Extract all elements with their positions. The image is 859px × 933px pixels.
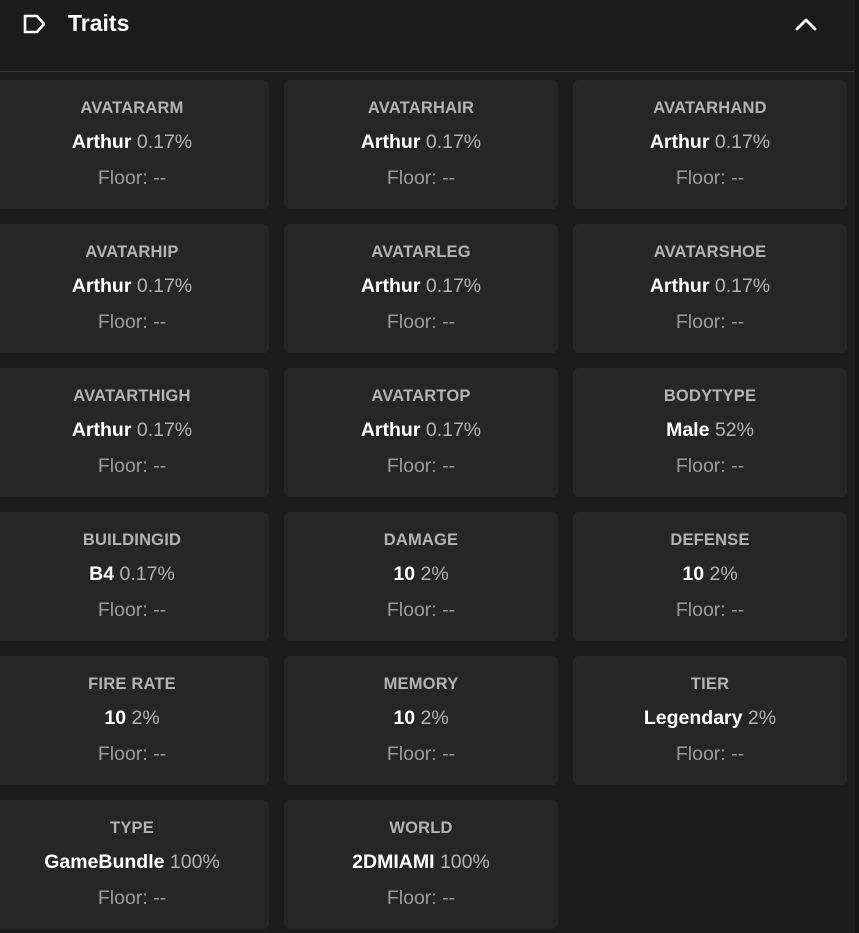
- trait-value: 10: [393, 563, 416, 585]
- trait-value: 10: [104, 707, 127, 729]
- trait-card-fire-rate[interactable]: FIRE RATE 10 2% Floor: --: [0, 656, 269, 785]
- trait-rarity: 0.17%: [425, 419, 482, 441]
- trait-floor: Floor: --: [386, 743, 456, 765]
- trait-rarity: 2%: [709, 563, 738, 585]
- trait-type-label: AVATARHIP: [85, 243, 179, 261]
- trait-rarity: 0.17%: [136, 131, 193, 153]
- trait-floor: Floor: --: [386, 887, 456, 909]
- traits-grid: AVATARARM Arthur 0.17% Floor: -- AVATARH…: [0, 0, 859, 933]
- trait-card-world[interactable]: WORLD 2DMIAMI 100% Floor: --: [284, 800, 558, 929]
- trait-value: Arthur: [360, 419, 421, 441]
- trait-floor: Floor: --: [386, 455, 456, 477]
- trait-rarity: 0.17%: [136, 419, 193, 441]
- trait-floor: Floor: --: [675, 311, 745, 333]
- trait-value: Legendary: [643, 707, 743, 729]
- trait-value: Arthur: [360, 275, 421, 297]
- trait-floor: Floor: --: [97, 887, 167, 909]
- traits-panel: Traits AVATARARM Arthur 0.17% Floor: -- …: [0, 0, 859, 933]
- trait-type-label: DAMAGE: [383, 531, 459, 549]
- trait-type-label: TYPE: [110, 819, 154, 837]
- trait-type-label: DEFENSE: [670, 531, 750, 549]
- trait-type-label: AVATARHAND: [653, 99, 767, 117]
- trait-value: Arthur: [360, 131, 421, 153]
- trait-value: Male: [666, 419, 710, 441]
- trait-type-label: TIER: [690, 675, 730, 693]
- trait-rarity: 2%: [131, 707, 160, 729]
- trait-value: GameBundle: [44, 851, 165, 873]
- trait-card-bodytype[interactable]: BODYTYPE Male 52% Floor: --: [573, 368, 847, 497]
- trait-floor: Floor: --: [97, 311, 167, 333]
- trait-floor: Floor: --: [97, 599, 167, 621]
- trait-card-avatararm[interactable]: AVATARARM Arthur 0.17% Floor: --: [0, 80, 269, 209]
- trait-card-avatarshoe[interactable]: AVATARSHOE Arthur 0.17% Floor: --: [573, 224, 847, 353]
- trait-type-label: MEMORY: [383, 675, 459, 693]
- trait-value: Arthur: [71, 419, 132, 441]
- trait-floor: Floor: --: [97, 455, 167, 477]
- trait-card-type[interactable]: TYPE GameBundle 100% Floor: --: [0, 800, 269, 929]
- trait-card-avatartop[interactable]: AVATARTOP Arthur 0.17% Floor: --: [284, 368, 558, 497]
- trait-rarity: 52%: [714, 419, 754, 441]
- trait-card-avatarleg[interactable]: AVATARLEG Arthur 0.17% Floor: --: [284, 224, 558, 353]
- trait-card-memory[interactable]: MEMORY 10 2% Floor: --: [284, 656, 558, 785]
- trait-floor: Floor: --: [386, 311, 456, 333]
- trait-value: Arthur: [649, 131, 710, 153]
- trait-type-label: WORLD: [389, 819, 453, 837]
- trait-rarity: 0.17%: [119, 563, 175, 585]
- trait-card-avatarhair[interactable]: AVATARHAIR Arthur 0.17% Floor: --: [284, 80, 558, 209]
- trait-type-label: AVATARTOP: [371, 387, 471, 405]
- trait-rarity: 0.17%: [714, 131, 771, 153]
- trait-rarity: 2%: [747, 707, 777, 729]
- trait-floor: Floor: --: [675, 599, 745, 621]
- trait-floor: Floor: --: [386, 599, 456, 621]
- trait-value: Arthur: [71, 131, 132, 153]
- trait-rarity: 0.17%: [425, 131, 482, 153]
- trait-card-avatarhand[interactable]: AVATARHAND Arthur 0.17% Floor: --: [573, 80, 847, 209]
- trait-value: Arthur: [649, 275, 710, 297]
- trait-type-label: AVATARTHIGH: [73, 387, 191, 405]
- trait-rarity: 0.17%: [136, 275, 193, 297]
- trait-type-label: AVATARLEG: [371, 243, 471, 261]
- trait-value: Arthur: [71, 275, 132, 297]
- trait-value: 10: [393, 707, 416, 729]
- trait-floor: Floor: --: [97, 743, 167, 765]
- trait-floor: Floor: --: [675, 167, 745, 189]
- trait-card-defense[interactable]: DEFENSE 10 2% Floor: --: [573, 512, 847, 641]
- trait-rarity: 0.17%: [714, 275, 771, 297]
- trait-floor: Floor: --: [386, 167, 456, 189]
- trait-card-buildingid[interactable]: BUILDINGID B4 0.17% Floor: --: [0, 512, 269, 641]
- trait-rarity: 2%: [420, 707, 449, 729]
- trait-type-label: AVATARSHOE: [653, 243, 767, 261]
- trait-type-label: FIRE RATE: [88, 675, 176, 693]
- trait-card-tier[interactable]: TIER Legendary 2% Floor: --: [573, 656, 847, 785]
- trait-type-label: AVATARHAIR: [367, 99, 475, 117]
- trait-value: 10: [682, 563, 705, 585]
- trait-value: B4: [89, 563, 115, 585]
- trait-card-damage[interactable]: DAMAGE 10 2% Floor: --: [284, 512, 558, 641]
- trait-value: 2DMIAMI: [352, 851, 435, 873]
- trait-rarity: 2%: [420, 563, 449, 585]
- trait-floor: Floor: --: [97, 167, 167, 189]
- trait-floor: Floor: --: [675, 743, 745, 765]
- trait-type-label: BUILDINGID: [82, 531, 182, 549]
- trait-type-label: AVATARARM: [80, 99, 184, 117]
- scroll-edge: [855, 0, 859, 933]
- trait-rarity: 0.17%: [425, 275, 482, 297]
- trait-card-avatarthigh[interactable]: AVATARTHIGH Arthur 0.17% Floor: --: [0, 368, 269, 497]
- trait-rarity: 100%: [439, 851, 490, 873]
- trait-card-avatarhip[interactable]: AVATARHIP Arthur 0.17% Floor: --: [0, 224, 269, 353]
- trait-floor: Floor: --: [675, 455, 745, 477]
- trait-rarity: 100%: [169, 851, 220, 873]
- trait-type-label: BODYTYPE: [663, 387, 757, 405]
